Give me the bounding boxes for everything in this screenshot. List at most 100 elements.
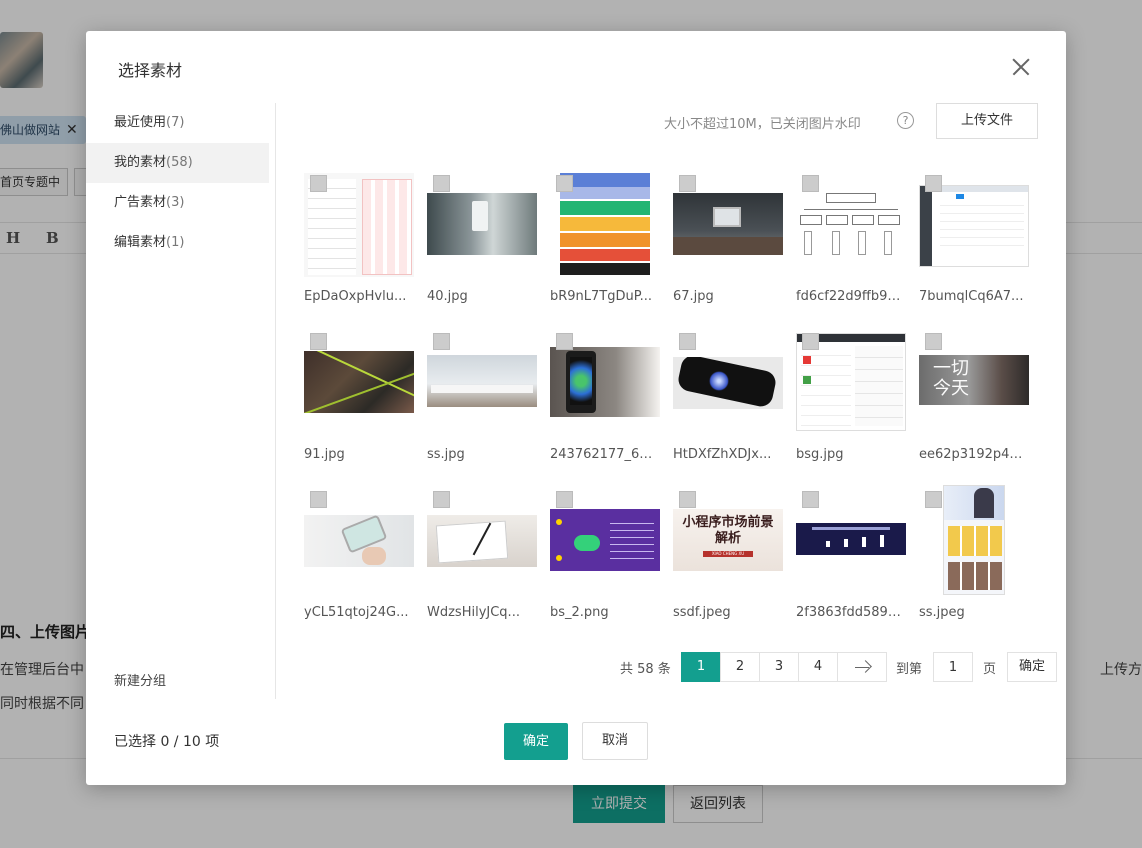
screenshot-thumbnail bbox=[919, 185, 1029, 267]
item-checkbox[interactable] bbox=[679, 491, 696, 508]
item-name: 243762177_6_... bbox=[550, 447, 658, 462]
page-thumbnail bbox=[943, 485, 1005, 595]
item-name: bR9nL7TgDuP... bbox=[550, 289, 652, 304]
item-name: ee62p3192p46... bbox=[919, 447, 1027, 462]
upload-file-button[interactable]: 上传文件 bbox=[936, 103, 1038, 139]
photo-thumbnail: 一切 今天 bbox=[919, 355, 1029, 405]
promo-title: 小程序市场前景 解析 bbox=[682, 515, 774, 546]
item-checkbox[interactable] bbox=[925, 491, 942, 508]
item-checkbox[interactable] bbox=[802, 333, 819, 350]
category-count: (58) bbox=[166, 155, 193, 170]
material-item[interactable]: 一切 今天 ee62p3192p46... bbox=[919, 329, 1029, 479]
item-checkbox[interactable] bbox=[310, 333, 327, 350]
material-item[interactable]: ss.jpg bbox=[427, 329, 537, 479]
page-1-button[interactable]: 1 bbox=[681, 652, 721, 682]
confirm-button[interactable]: 确定 bbox=[504, 723, 568, 760]
category-recent[interactable]: 最近使用(7) bbox=[86, 103, 269, 143]
help-icon[interactable]: ? bbox=[897, 112, 914, 129]
material-item[interactable]: 40.jpg bbox=[427, 171, 537, 321]
photo-thumbnail bbox=[304, 351, 414, 413]
item-checkbox[interactable] bbox=[433, 491, 450, 508]
item-checkbox[interactable] bbox=[310, 491, 327, 508]
category-count: (3) bbox=[166, 195, 185, 210]
item-checkbox[interactable] bbox=[679, 175, 696, 192]
material-item[interactable]: 67.jpg bbox=[673, 171, 783, 321]
category-label: 我的素材 bbox=[114, 155, 167, 170]
next-page-arrow-icon[interactable] bbox=[837, 652, 887, 682]
item-checkbox[interactable] bbox=[556, 175, 573, 192]
category-label: 广告素材 bbox=[114, 195, 167, 210]
item-name: ss.jpeg bbox=[919, 605, 965, 620]
upload-hint: 大小不超过10M，已关闭图片水印 bbox=[664, 117, 861, 132]
cancel-button[interactable]: 取消 bbox=[582, 722, 648, 760]
material-item[interactable]: 7bumqlCq6A7... bbox=[919, 171, 1029, 321]
material-item[interactable]: HtDXfZhXDJx... bbox=[673, 329, 783, 479]
item-checkbox[interactable] bbox=[556, 491, 573, 508]
item-checkbox[interactable] bbox=[802, 491, 819, 508]
category-label: 最近使用 bbox=[114, 115, 167, 130]
item-name: 2f3863fdd589b... bbox=[796, 605, 904, 620]
goto-label: 到第 bbox=[896, 662, 923, 677]
material-item[interactable]: bsg.jpg bbox=[796, 329, 906, 479]
category-count: (7) bbox=[166, 115, 185, 130]
goto-page-button[interactable]: 确定 bbox=[1007, 652, 1057, 682]
item-checkbox[interactable] bbox=[925, 175, 942, 192]
photo-thumbnail bbox=[427, 355, 537, 407]
item-name: WdzsHilyJCq... bbox=[427, 605, 520, 620]
item-name: ssdf.jpeg bbox=[673, 605, 731, 620]
material-item[interactable]: 91.jpg bbox=[304, 329, 414, 479]
selected-value: 0 / 10 项 bbox=[160, 734, 220, 750]
item-checkbox[interactable] bbox=[433, 333, 450, 350]
material-item[interactable]: 243762177_6_... bbox=[550, 329, 660, 479]
dialog-title: 选择素材 bbox=[118, 61, 183, 80]
select-material-dialog: 选择素材 最近使用(7) 我的素材(58) 广告素材(3) 编辑素材(1) 新建… bbox=[86, 31, 1066, 785]
category-my-materials[interactable]: 我的素材(58) bbox=[86, 143, 269, 183]
item-name: HtDXfZhXDJx... bbox=[673, 447, 772, 462]
page-number-input[interactable] bbox=[933, 652, 973, 682]
promo-subtitle: XIAO CHENG XU bbox=[703, 551, 753, 557]
item-checkbox[interactable] bbox=[679, 333, 696, 350]
material-grid: EpDaOxpHvlu... 40.jpg bR9nL7TgDuP... 67.… bbox=[304, 171, 1044, 631]
material-item[interactable]: bs_2.png bbox=[550, 487, 660, 637]
item-checkbox[interactable] bbox=[802, 175, 819, 192]
material-item[interactable]: ss.jpeg bbox=[919, 485, 1029, 637]
photo-thumbnail bbox=[673, 193, 783, 255]
item-name: bs_2.png bbox=[550, 605, 609, 620]
selected-label: 已选择 bbox=[114, 734, 156, 750]
page-3-button[interactable]: 3 bbox=[759, 652, 799, 682]
material-item[interactable]: 2f3863fdd589b... bbox=[796, 487, 906, 637]
material-item[interactable]: fd6cf22d9ffb92... bbox=[796, 171, 906, 321]
total-count: 共 58 条 bbox=[620, 662, 671, 677]
item-checkbox[interactable] bbox=[556, 333, 573, 350]
new-group-link[interactable]: 新建分组 bbox=[114, 670, 166, 689]
material-item[interactable]: EpDaOxpHvlu... bbox=[304, 171, 414, 321]
item-checkbox[interactable] bbox=[925, 333, 942, 350]
item-name: EpDaOxpHvlu... bbox=[304, 289, 407, 304]
material-item[interactable]: WdzsHilyJCq... bbox=[427, 487, 537, 637]
close-icon[interactable] bbox=[1004, 51, 1036, 83]
item-name: fd6cf22d9ffb92... bbox=[796, 289, 904, 304]
category-sidebar: 最近使用(7) 我的素材(58) 广告素材(3) 编辑素材(1) 新建分组 bbox=[86, 103, 276, 699]
category-edit-materials[interactable]: 编辑素材(1) bbox=[86, 223, 269, 263]
item-name: bsg.jpg bbox=[796, 447, 844, 462]
banner-thumbnail bbox=[796, 523, 906, 555]
material-item[interactable]: bR9nL7TgDuP... bbox=[550, 171, 660, 321]
promo-thumbnail: 小程序市场前景 解析 XIAO CHENG XU bbox=[673, 509, 783, 571]
category-count: (1) bbox=[166, 235, 185, 250]
infographic-thumbnail bbox=[550, 509, 660, 571]
item-checkbox[interactable] bbox=[433, 175, 450, 192]
item-name: yCL51qtoj24G... bbox=[304, 605, 409, 620]
item-name: 40.jpg bbox=[427, 289, 468, 304]
material-item[interactable]: yCL51qtoj24G... bbox=[304, 487, 414, 637]
category-ad-materials[interactable]: 广告素材(3) bbox=[86, 183, 269, 223]
item-checkbox[interactable] bbox=[310, 175, 327, 192]
material-item[interactable]: 小程序市场前景 解析 XIAO CHENG XU ssdf.jpeg bbox=[673, 487, 783, 637]
photo-thumbnail bbox=[550, 347, 660, 417]
photo-thumbnail bbox=[427, 515, 537, 567]
item-name: 67.jpg bbox=[673, 289, 714, 304]
photo-thumbnail bbox=[304, 515, 414, 567]
photo-thumbnail bbox=[673, 357, 783, 409]
page-2-button[interactable]: 2 bbox=[720, 652, 760, 682]
page-4-button[interactable]: 4 bbox=[798, 652, 838, 682]
image-caption: 一切 今天 bbox=[933, 358, 969, 399]
